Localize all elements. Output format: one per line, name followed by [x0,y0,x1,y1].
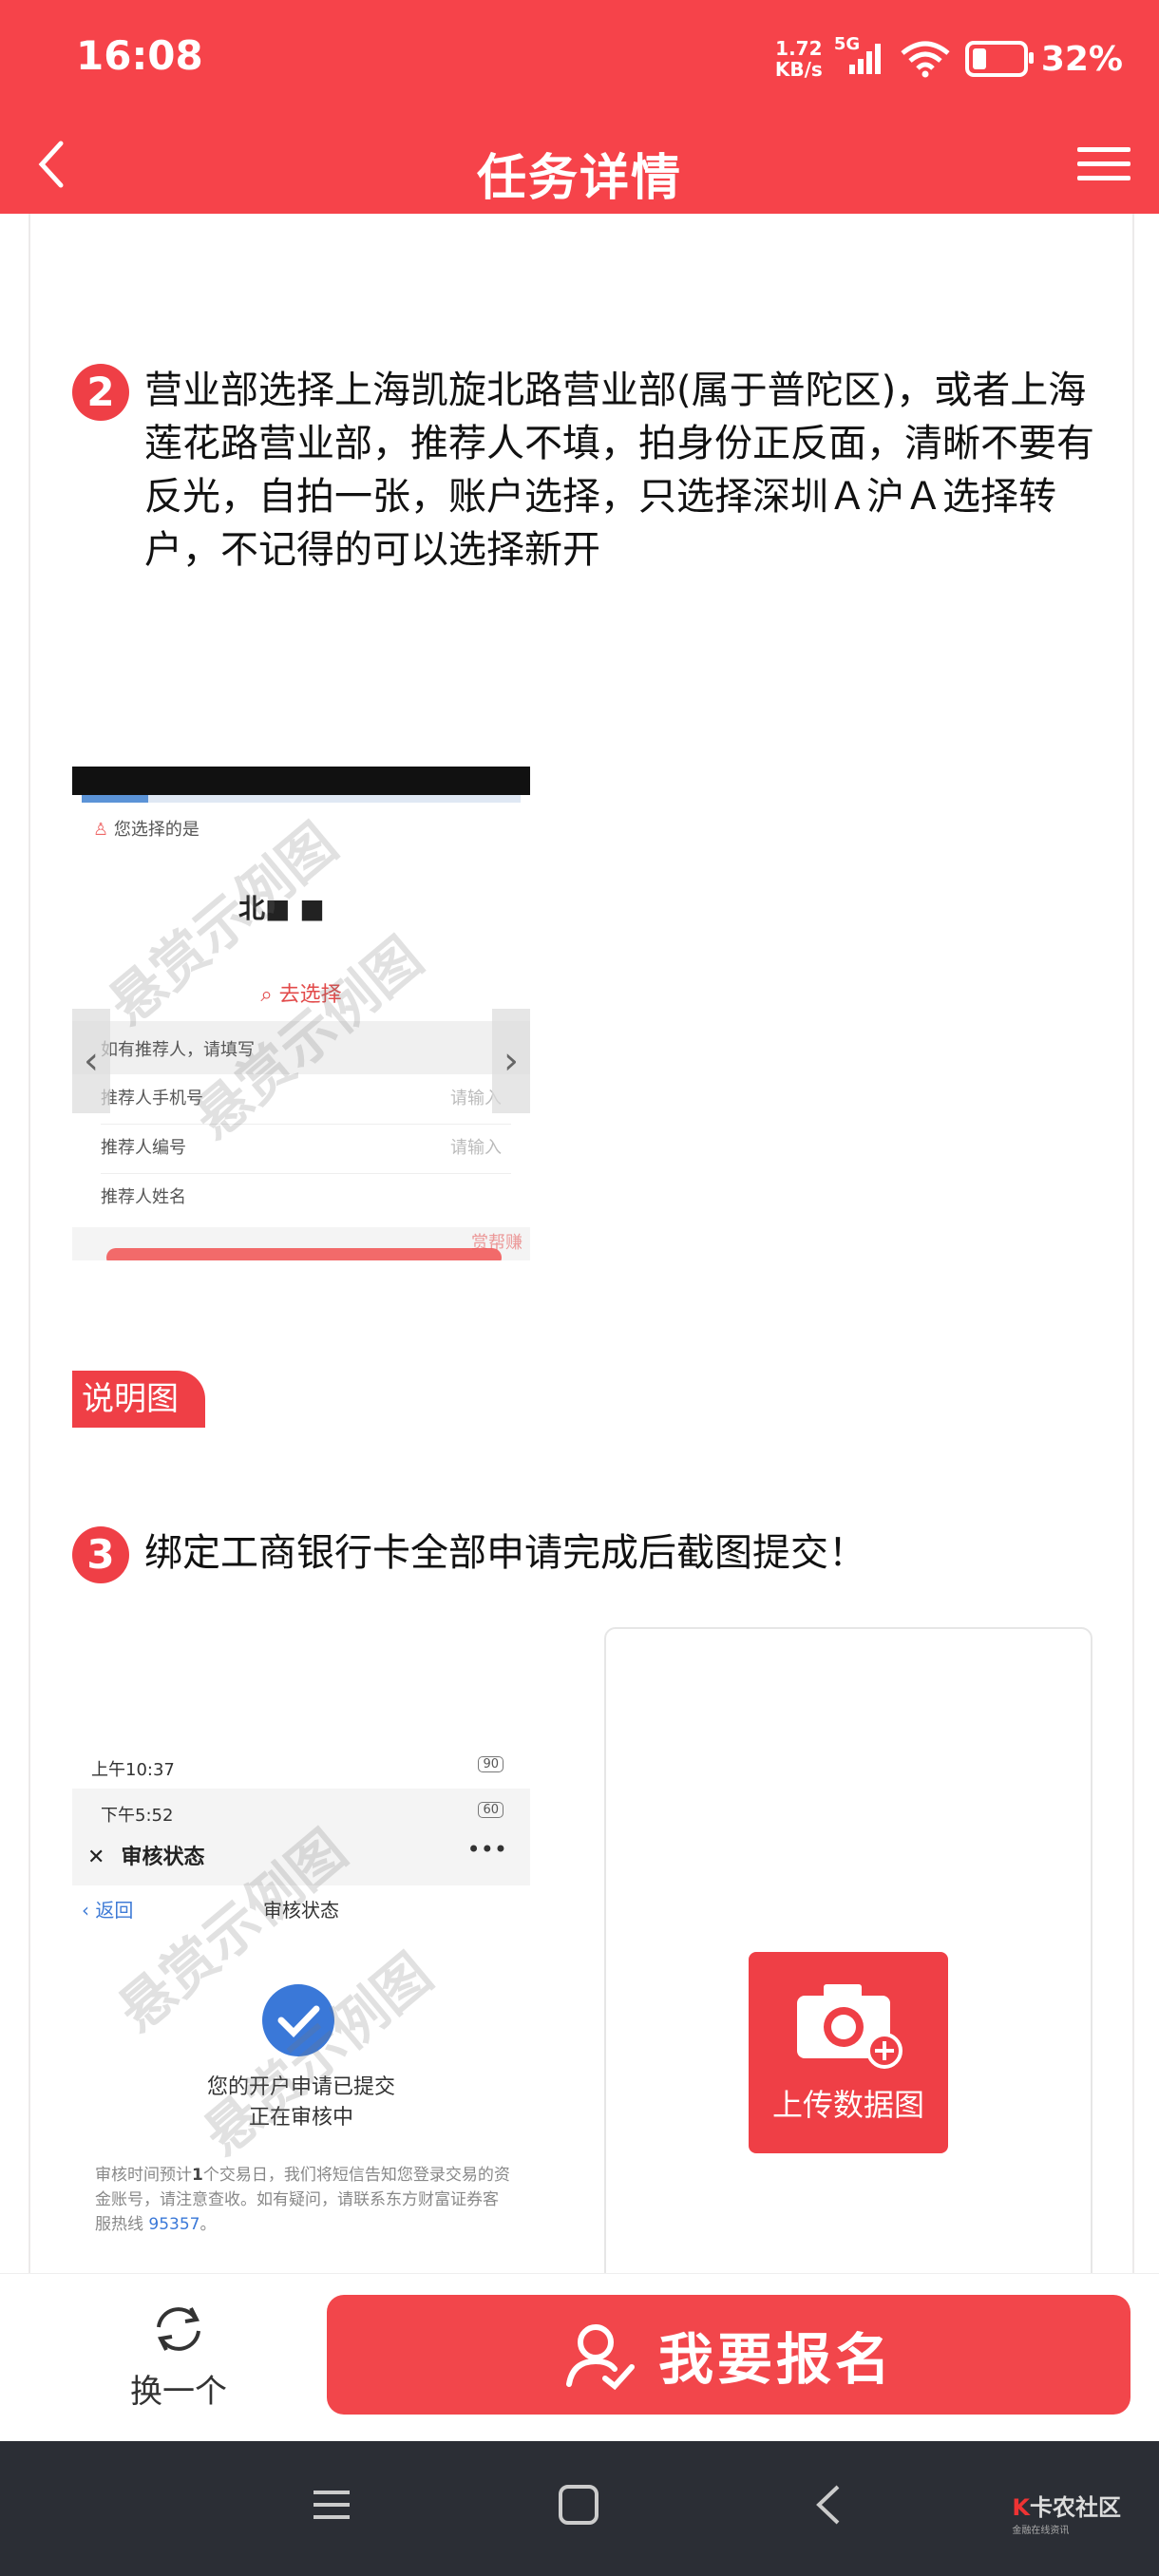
swap-label: 换一个 [130,2373,227,2411]
bottom-action-bar: 换一个 我要报名 [0,2273,1159,2442]
task-content[interactable]: 2 营业部选择上海凯旋北路营业部(属于普陀区)，或者上海莲花路营业部，推荐人不填… [28,214,1134,2273]
check-icon [262,1984,334,2056]
example-image-2[interactable]: 上午10:37 90 下午5:52 60 ✕ 审核状态 ••• ‹ 返回 审核状… [72,1745,530,2273]
more-icon: ••• [466,1836,507,1863]
step-number: 2 [72,364,129,421]
back-nav-button[interactable] [808,2483,851,2527]
signal-icon: 5G [834,34,885,76]
search-icon: ⌕ [260,983,273,1007]
wifi-icon [901,41,950,78]
swap-button[interactable]: 换一个 [122,2302,236,2412]
step-2: 2 营业部选择上海凯旋北路营业部(属于普陀区)，或者上海莲花路营业部，推荐人不填… [72,364,1094,577]
signup-button[interactable]: 我要报名 [327,2295,1130,2415]
user-icon: ♙ [93,820,109,840]
nav-bar: 任务详情 [0,119,1159,214]
menu-button[interactable] [1077,140,1130,193]
menu-icon [1077,147,1130,152]
status-time: 16:08 [76,32,203,79]
close-icon: ✕ [87,1846,105,1869]
refresh-icon [157,2307,200,2351]
network-speed: 1.72 KB/s [774,37,823,81]
signup-label: 我要报名 [657,2327,894,2392]
upload-button[interactable]: 上传数据图 [749,1952,948,2153]
step-number: 3 [72,1526,129,1583]
home-button[interactable] [557,2483,600,2527]
upload-area[interactable]: 上传数据图 [604,1627,1092,2273]
brand-logo: K卡农社区 金融在线资讯 [1012,2494,1121,2536]
battery-icon [964,41,1034,77]
status-indicators: 1.72 KB/s 5G 32% [774,34,1123,81]
status-bar: 16:08 1.72 KB/s 5G 32% [0,0,1159,119]
system-nav-bar: K卡农社区 金融在线资讯 [0,2441,1159,2576]
step-3: 3 绑定工商银行卡全部申请完成后截图提交！ [72,1526,1094,1583]
next-image-button[interactable]: › [492,1009,530,1113]
battery-percent: 32% [1040,39,1123,79]
explain-tag: 说明图 [72,1371,205,1428]
prev-image-button[interactable]: ‹ [72,1009,110,1113]
upload-label: 上传数据图 [771,2087,924,2123]
recent-apps-button[interactable] [310,2483,353,2527]
example-image-1[interactable]: ♙ 您选择的是 北■ ■ ⌕ 去选择 如有推荐人，请填写 推荐人手机号 请输入 … [72,767,530,1260]
step-text: 营业部选择上海凯旋北路营业部(属于普陀区)，或者上海莲花路营业部，推荐人不填，拍… [144,369,1094,572]
page-title: 任务详情 [476,150,682,207]
camera-add-icon [797,1984,902,2069]
user-check-icon [565,2324,635,2391]
step-text: 绑定工商银行卡全部申请完成后截图提交！ [144,1531,866,1575]
